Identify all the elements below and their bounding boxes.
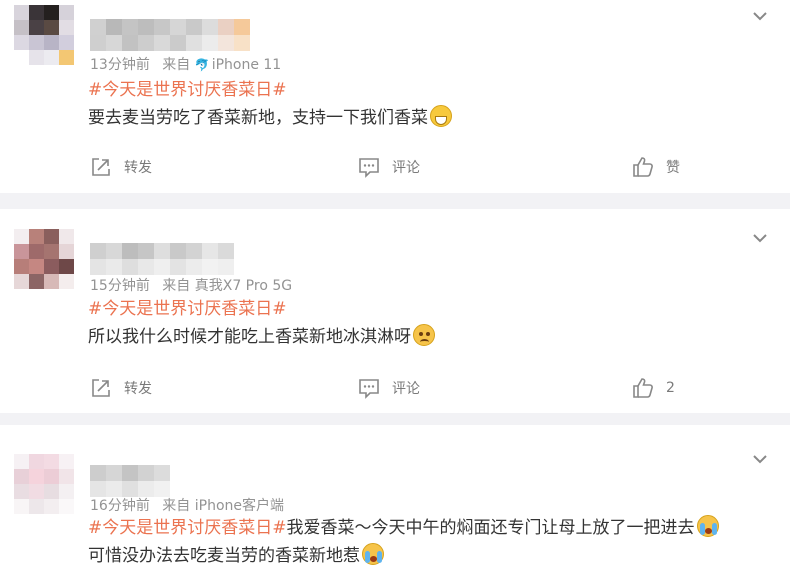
weibo-device-icon: 🐬 <box>194 58 210 72</box>
tears-emoji-icon <box>696 515 719 537</box>
like-label: 赞 <box>666 160 680 176</box>
post-content: #今天是世界讨厌香菜日#我爱香菜～今天中午的焖面还专门让母上放了一把进去 可惜没… <box>88 514 760 570</box>
topic-link[interactable]: #今天是世界讨厌香菜日# <box>88 299 287 319</box>
forward-label: 转发 <box>124 160 152 176</box>
comment-button[interactable]: 评论 <box>358 377 420 399</box>
like-button[interactable]: 2 <box>632 377 675 399</box>
post-meta: 16分钟前 来自 iPhone客户端 <box>90 495 284 515</box>
post-meta: 15分钟前 来自 真我X7 Pro 5G <box>90 275 292 295</box>
thumbs-up-icon <box>633 157 653 177</box>
like-button[interactable]: 赞 <box>632 156 680 178</box>
post-content: #今天是世界讨厌香菜日# 所以我什么时候才能吃上香菜新地冰淇淋呀 <box>88 295 760 351</box>
crying-emoji-icon <box>362 543 384 565</box>
post-time[interactable]: 15分钟前 <box>90 278 150 294</box>
post-source[interactable]: iPhone 11 <box>212 57 282 73</box>
post-text: 我爱香菜～今天中午的焖面还专门让母上放了一把进去 <box>286 518 695 538</box>
comment-button[interactable]: 评论 <box>358 156 420 178</box>
avatar[interactable] <box>14 5 74 65</box>
chevron-down-icon[interactable] <box>752 8 768 24</box>
topic-link[interactable]: #今天是世界讨厌香菜日# <box>88 518 287 538</box>
source-prefix: 来自 <box>162 57 191 73</box>
post-card: 16分钟前 来自 iPhone客户端 #今天是世界讨厌香菜日#我爱香菜～今天中午… <box>0 425 790 583</box>
comment-label: 评论 <box>392 381 420 397</box>
comment-label: 评论 <box>392 160 420 176</box>
post-meta: 13分钟前 来自 🐬 iPhone 11 <box>90 54 281 74</box>
username-blurred[interactable] <box>90 19 250 51</box>
forward-icon <box>92 379 110 397</box>
topic-link[interactable]: #今天是世界讨厌香菜日# <box>88 80 287 100</box>
post-text-continued: 可惜没办法去吃麦当劳的香菜新地惹 <box>88 546 360 566</box>
chevron-down-icon[interactable] <box>752 230 768 246</box>
comment-feed: 13分钟前 来自 🐬 iPhone 11 #今天是世界讨厌香菜日# 要去麦当劳吃了… <box>0 0 790 583</box>
post-time[interactable]: 13分钟前 <box>90 57 150 73</box>
avatar[interactable] <box>14 454 74 514</box>
source-prefix: 来自 <box>162 278 191 294</box>
post-text: 所以我什么时候才能吃上香菜新地冰淇淋呀 <box>88 327 411 347</box>
post-time[interactable]: 16分钟前 <box>90 498 150 514</box>
post-source[interactable]: iPhone客户端 <box>195 498 284 514</box>
username-blurred[interactable] <box>90 465 170 497</box>
pleading-emoji-icon <box>413 324 435 346</box>
chevron-down-icon[interactable] <box>752 451 768 467</box>
forward-button[interactable]: 转发 <box>90 156 152 178</box>
forward-button[interactable]: 转发 <box>90 377 152 399</box>
post-card: 15分钟前 来自 真我X7 Pro 5G #今天是世界讨厌香菜日# 所以我什么时… <box>0 209 790 413</box>
post-card: 13分钟前 来自 🐬 iPhone 11 #今天是世界讨厌香菜日# 要去麦当劳吃了… <box>0 0 790 193</box>
avatar[interactable] <box>14 229 74 289</box>
like-count: 2 <box>666 380 675 396</box>
comment-icon <box>359 379 379 399</box>
username-blurred[interactable] <box>90 243 234 275</box>
post-text: 要去麦当劳吃了香菜新地，支持一下我们香菜 <box>88 108 428 128</box>
thumbs-up-icon <box>633 378 653 398</box>
forward-icon <box>92 158 110 176</box>
source-prefix: 来自 <box>162 498 191 514</box>
comment-icon <box>359 158 379 178</box>
post-content: #今天是世界讨厌香菜日# 要去麦当劳吃了香菜新地，支持一下我们香菜 <box>88 76 760 132</box>
grin-emoji-icon <box>430 105 452 127</box>
forward-label: 转发 <box>124 381 152 397</box>
post-source[interactable]: 真我X7 Pro 5G <box>195 278 292 294</box>
